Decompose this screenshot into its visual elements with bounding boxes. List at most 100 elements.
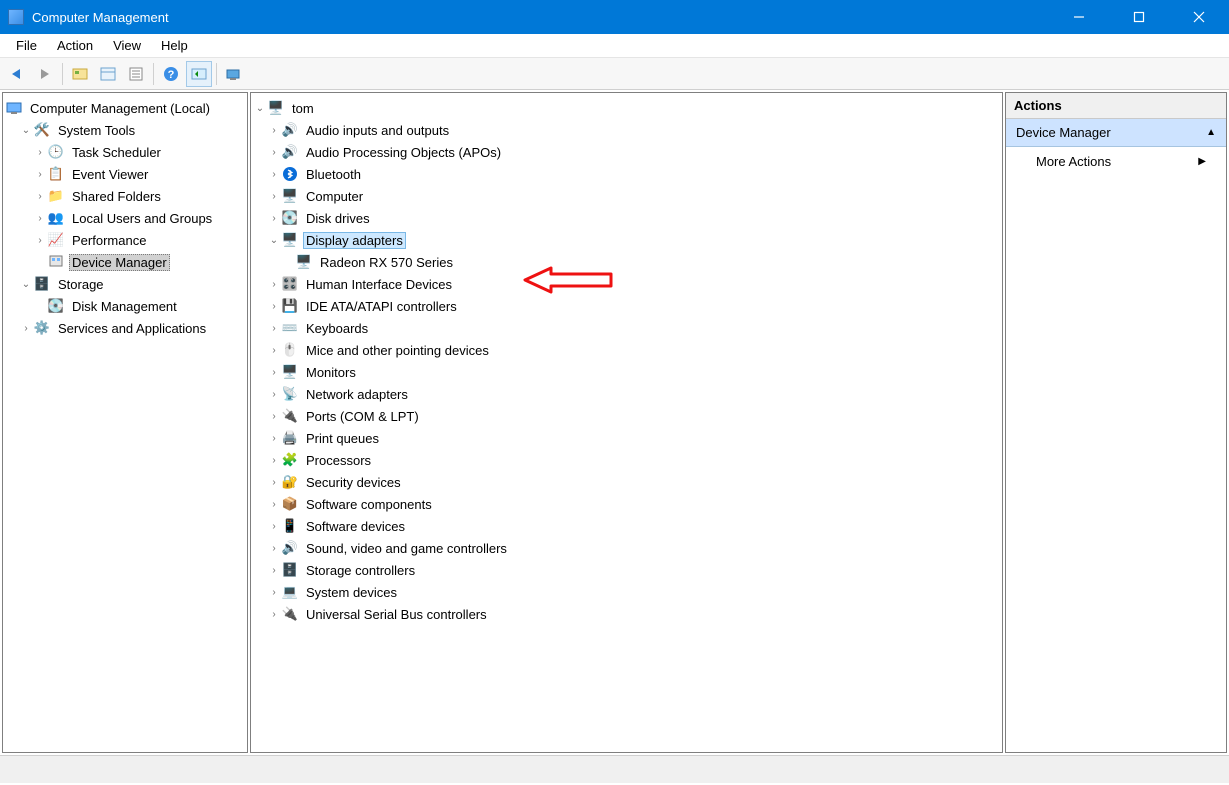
svg-text:?: ? <box>168 69 175 81</box>
menu-help[interactable]: Help <box>151 36 198 55</box>
chevron-right-icon[interactable]: › <box>267 345 281 356</box>
cat-mice[interactable]: ›🖱️Mice and other pointing devices <box>253 339 1000 361</box>
audio-icon: 🔊 <box>281 143 299 161</box>
menu-view[interactable]: View <box>103 36 151 55</box>
chevron-right-icon[interactable]: › <box>267 279 281 290</box>
scan-hardware-button[interactable] <box>221 61 247 87</box>
folder-icon: 📁 <box>47 187 65 205</box>
chevron-right-icon[interactable]: › <box>33 213 47 224</box>
chevron-right-icon[interactable]: › <box>267 543 281 554</box>
chevron-right-icon[interactable]: › <box>267 499 281 510</box>
chevron-right-icon[interactable]: › <box>267 609 281 620</box>
ide-icon: 💾 <box>281 297 299 315</box>
chevron-right-icon[interactable]: › <box>267 477 281 488</box>
cat-display-adapters[interactable]: ⌄🖥️Display adapters <box>253 229 1000 251</box>
maximize-button[interactable] <box>1109 0 1169 34</box>
device-radeon-rx570[interactable]: 🖥️Radeon RX 570 Series <box>253 251 1000 273</box>
chevron-right-icon[interactable]: › <box>267 587 281 598</box>
chevron-right-icon[interactable]: › <box>267 147 281 158</box>
cat-processors[interactable]: ›🧩Processors <box>253 449 1000 471</box>
chevron-right-icon[interactable]: › <box>267 125 281 136</box>
tree-services-apps[interactable]: ›⚙️Services and Applications <box>5 317 245 339</box>
chevron-down-icon[interactable]: ⌄ <box>19 279 33 290</box>
export-list-button[interactable] <box>123 61 149 87</box>
chevron-right-icon[interactable]: › <box>33 169 47 180</box>
cat-monitors[interactable]: ›🖥️Monitors <box>253 361 1000 383</box>
computer-icon: 🖥️ <box>267 99 285 117</box>
cat-usb[interactable]: ›🔌Universal Serial Bus controllers <box>253 603 1000 625</box>
cat-ide[interactable]: ›💾IDE ATA/ATAPI controllers <box>253 295 1000 317</box>
cat-system-devices[interactable]: ›💻System devices <box>253 581 1000 603</box>
computer-mgmt-icon <box>5 99 23 117</box>
cat-storage-controllers[interactable]: ›🗄️Storage controllers <box>253 559 1000 581</box>
cat-hid[interactable]: ›🎛️Human Interface Devices <box>253 273 1000 295</box>
tree-disk-management[interactable]: 💽Disk Management <box>5 295 245 317</box>
refresh-button[interactable] <box>186 61 212 87</box>
cat-print-queues[interactable]: ›🖨️Print queues <box>253 427 1000 449</box>
cat-audio-inputs[interactable]: ›🔊Audio inputs and outputs <box>253 119 1000 141</box>
tree-storage[interactable]: ⌄🗄️Storage <box>5 273 245 295</box>
back-button[interactable] <box>4 61 30 87</box>
computer-icon: 🖥️ <box>281 187 299 205</box>
disk-icon: 💽 <box>47 297 65 315</box>
device-root[interactable]: ⌄🖥️tom <box>253 97 1000 119</box>
actions-more[interactable]: More Actions ▶ <box>1006 147 1226 176</box>
chevron-right-icon[interactable]: › <box>267 301 281 312</box>
tree-system-tools[interactable]: ⌄ 🛠️ System Tools <box>5 119 245 141</box>
chevron-right-icon[interactable]: › <box>267 521 281 532</box>
chevron-right-icon[interactable]: › <box>33 191 47 202</box>
cat-security[interactable]: ›🔐Security devices <box>253 471 1000 493</box>
cat-network[interactable]: ›📡Network adapters <box>253 383 1000 405</box>
event-icon: 📋 <box>47 165 65 183</box>
tree-shared-folders[interactable]: ›📁Shared Folders <box>5 185 245 207</box>
properties-button[interactable] <box>95 61 121 87</box>
chevron-right-icon[interactable]: › <box>267 169 281 180</box>
tree-task-scheduler[interactable]: ›🕒Task Scheduler <box>5 141 245 163</box>
cat-bluetooth[interactable]: ›Bluetooth <box>253 163 1000 185</box>
cat-audio-apo[interactable]: ›🔊Audio Processing Objects (APOs) <box>253 141 1000 163</box>
show-hide-tree-button[interactable] <box>67 61 93 87</box>
menu-file[interactable]: File <box>6 36 47 55</box>
chevron-right-icon[interactable]: › <box>267 191 281 202</box>
chevron-right-icon[interactable]: › <box>267 213 281 224</box>
chevron-right-icon[interactable]: › <box>33 147 47 158</box>
actions-section[interactable]: Device Manager ▲ <box>1006 119 1226 147</box>
forward-button[interactable] <box>32 61 58 87</box>
security-icon: 🔐 <box>281 473 299 491</box>
tree-event-viewer[interactable]: ›📋Event Viewer <box>5 163 245 185</box>
tree-local-users[interactable]: ›👥Local Users and Groups <box>5 207 245 229</box>
chevron-right-icon[interactable]: › <box>267 389 281 400</box>
chevron-right-icon[interactable]: › <box>33 235 47 246</box>
chevron-right-icon[interactable]: › <box>267 367 281 378</box>
tree-performance[interactable]: ›📈Performance <box>5 229 245 251</box>
cat-computer[interactable]: ›🖥️Computer <box>253 185 1000 207</box>
cat-software-devices[interactable]: ›📱Software devices <box>253 515 1000 537</box>
menu-action[interactable]: Action <box>47 36 103 55</box>
cat-keyboards[interactable]: ›⌨️Keyboards <box>253 317 1000 339</box>
cat-software-components[interactable]: ›📦Software components <box>253 493 1000 515</box>
minimize-button[interactable] <box>1049 0 1109 34</box>
cat-sound-video[interactable]: ›🔊Sound, video and game controllers <box>253 537 1000 559</box>
tree-device-manager[interactable]: Device Manager <box>5 251 245 273</box>
status-bar <box>0 755 1229 783</box>
chevron-right-icon[interactable]: › <box>267 433 281 444</box>
chevron-right-icon[interactable]: › <box>267 323 281 334</box>
cat-disk-drives[interactable]: ›💽Disk drives <box>253 207 1000 229</box>
software-device-icon: 📱 <box>281 517 299 535</box>
close-button[interactable] <box>1169 0 1229 34</box>
chevron-down-icon[interactable]: ⌄ <box>253 103 267 114</box>
actions-section-label: Device Manager <box>1016 125 1111 140</box>
chevron-right-icon[interactable]: › <box>19 323 33 334</box>
help-button[interactable]: ? <box>158 61 184 87</box>
chevron-down-icon[interactable]: ⌄ <box>19 125 33 136</box>
monitor-icon: 🖥️ <box>281 363 299 381</box>
cpu-icon: 🧩 <box>281 451 299 469</box>
cat-ports[interactable]: ›🔌Ports (COM & LPT) <box>253 405 1000 427</box>
device-tree-pane: ⌄🖥️tom ›🔊Audio inputs and outputs ›🔊Audi… <box>250 92 1003 753</box>
chevron-right-icon[interactable]: › <box>267 455 281 466</box>
chevron-right-icon[interactable]: › <box>267 411 281 422</box>
chevron-down-icon[interactable]: ⌄ <box>267 235 281 246</box>
chevron-right-icon[interactable]: › <box>267 565 281 576</box>
tree-root[interactable]: Computer Management (Local) <box>5 97 245 119</box>
sound-icon: 🔊 <box>281 539 299 557</box>
